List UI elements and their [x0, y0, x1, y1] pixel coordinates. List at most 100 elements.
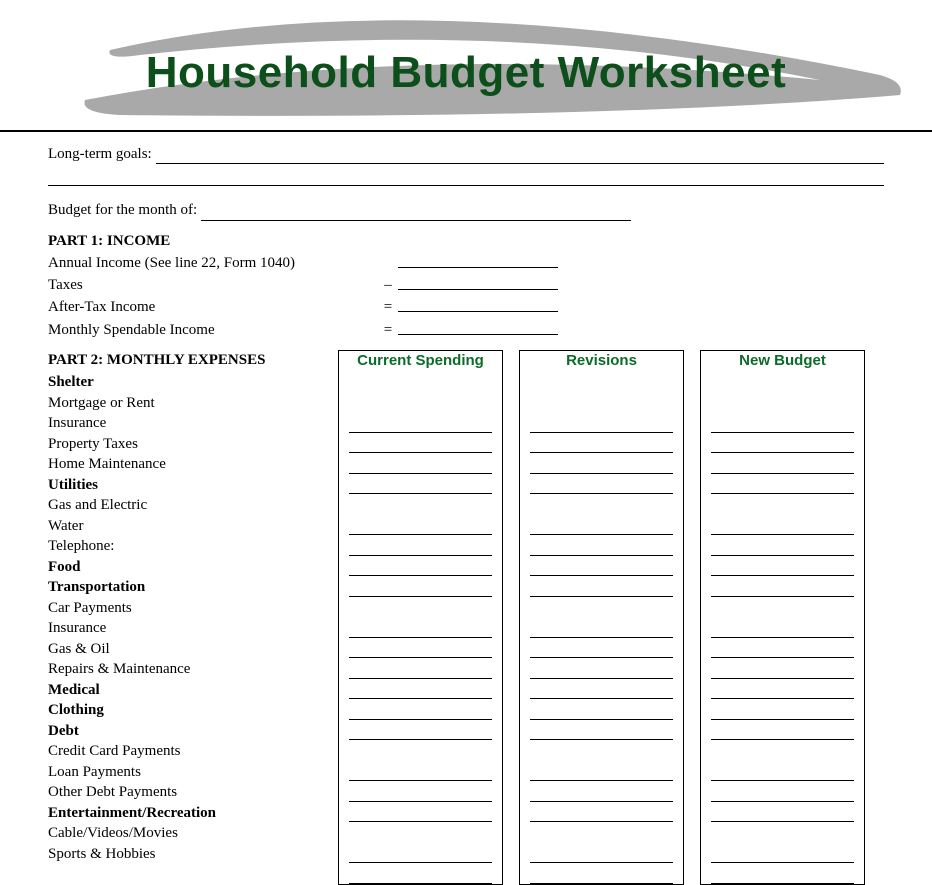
column-header: Current Spending [349, 351, 492, 392]
income-blank[interactable] [398, 275, 558, 290]
expense-blank[interactable] [349, 520, 492, 535]
income-row: After-Tax Income= [48, 297, 884, 317]
expense-blank[interactable] [711, 459, 854, 474]
expense-blank[interactable] [349, 418, 492, 433]
expense-blank[interactable] [349, 766, 492, 781]
income-blank[interactable] [398, 297, 558, 312]
expense-blank[interactable] [530, 684, 673, 699]
expense-blank[interactable] [530, 479, 673, 494]
expense-item: Car Payments [48, 598, 338, 619]
expense-spacer [530, 822, 673, 843]
expense-blank[interactable] [530, 582, 673, 597]
expense-item: Sports & Hobbies [48, 844, 338, 865]
expense-blank[interactable] [530, 459, 673, 474]
expense-blank[interactable] [530, 541, 673, 556]
long-term-goals-label: Long-term goals: [48, 144, 156, 164]
income-label: Taxes [48, 275, 378, 295]
expense-blank[interactable] [349, 848, 492, 863]
expense-blank[interactable] [349, 479, 492, 494]
expense-blank[interactable] [530, 869, 673, 884]
expense-blank[interactable] [530, 418, 673, 433]
part2-heading: PART 2: MONTHLY EXPENSES [48, 350, 338, 371]
expense-blank[interactable] [530, 623, 673, 638]
expense-blank[interactable] [711, 725, 854, 740]
expense-spacer [530, 597, 673, 618]
expense-blank[interactable] [530, 520, 673, 535]
expense-blank[interactable] [711, 541, 854, 556]
expense-blank[interactable] [530, 664, 673, 679]
expense-labels-column: PART 2: MONTHLY EXPENSES ShelterMortgage… [48, 350, 338, 885]
expense-blank[interactable] [711, 787, 854, 802]
expense-item: Home Maintenance [48, 454, 338, 475]
expense-item: Cable/Videos/Movies [48, 823, 338, 844]
column-header: Revisions [530, 351, 673, 392]
expense-blank[interactable] [530, 766, 673, 781]
expense-blank[interactable] [349, 643, 492, 658]
expense-blank[interactable] [711, 705, 854, 720]
expense-blank[interactable] [711, 807, 854, 822]
expense-blank[interactable] [349, 541, 492, 556]
expense-blank[interactable] [349, 869, 492, 884]
expense-spacer [711, 494, 854, 515]
expense-blank[interactable] [530, 787, 673, 802]
expense-blank[interactable] [349, 725, 492, 740]
expense-blank[interactable] [711, 623, 854, 638]
income-row: Annual Income (See line 22, Form 1040) [48, 253, 884, 273]
expense-blank[interactable] [349, 582, 492, 597]
expense-spacer [711, 822, 854, 843]
expense-spacer [711, 392, 854, 413]
expense-item: Credit Card Payments [48, 741, 338, 762]
expense-blank[interactable] [711, 848, 854, 863]
expense-blank[interactable] [349, 438, 492, 453]
expense-blank[interactable] [349, 664, 492, 679]
long-term-goals-line2[interactable] [48, 168, 884, 186]
expense-blank[interactable] [349, 459, 492, 474]
long-term-goals-field: Long-term goals: [48, 144, 884, 164]
expense-blank[interactable] [711, 643, 854, 658]
expense-blank[interactable] [530, 807, 673, 822]
income-row: Taxes– [48, 275, 884, 295]
expense-blank[interactable] [711, 418, 854, 433]
income-label: Annual Income (See line 22, Form 1040) [48, 253, 378, 273]
expense-blank[interactable] [530, 705, 673, 720]
budget-month-line[interactable] [201, 207, 631, 221]
expense-blank[interactable] [530, 561, 673, 576]
expense-blank[interactable] [711, 766, 854, 781]
expense-blank[interactable] [711, 664, 854, 679]
expense-item: Mortgage or Rent [48, 393, 338, 414]
income-blank[interactable] [398, 253, 558, 268]
expense-blank[interactable] [349, 787, 492, 802]
expense-blank[interactable] [530, 848, 673, 863]
expense-blank[interactable] [711, 869, 854, 884]
expense-blank[interactable] [711, 520, 854, 535]
expense-blank[interactable] [349, 705, 492, 720]
expense-category: Medical [48, 680, 338, 701]
part1-heading: PART 1: INCOME [48, 231, 884, 251]
income-blank[interactable] [398, 320, 558, 335]
expense-spacer [711, 597, 854, 618]
expense-blank[interactable] [711, 438, 854, 453]
income-operator: = [378, 320, 398, 340]
expense-blank[interactable] [530, 438, 673, 453]
expense-item: Water [48, 516, 338, 537]
income-operator [378, 253, 398, 273]
expense-blank[interactable] [349, 561, 492, 576]
worksheet-header: Household Budget Worksheet [0, 0, 932, 130]
expense-blank[interactable] [711, 561, 854, 576]
expense-table: PART 2: MONTHLY EXPENSES ShelterMortgage… [48, 350, 884, 885]
expense-blank[interactable] [530, 725, 673, 740]
expense-blank[interactable] [530, 643, 673, 658]
expense-blank[interactable] [711, 582, 854, 597]
income-label: Monthly Spendable Income [48, 320, 378, 340]
long-term-goals-line1[interactable] [156, 150, 884, 164]
income-operator: = [378, 297, 398, 317]
expense-blank[interactable] [349, 623, 492, 638]
expense-blank[interactable] [349, 684, 492, 699]
expense-category: Food [48, 557, 338, 578]
expense-blank[interactable] [711, 684, 854, 699]
expense-category: Utilities [48, 475, 338, 496]
expense-category: Debt [48, 721, 338, 742]
expense-category: Transportation [48, 577, 338, 598]
expense-blank[interactable] [349, 807, 492, 822]
expense-blank[interactable] [711, 479, 854, 494]
